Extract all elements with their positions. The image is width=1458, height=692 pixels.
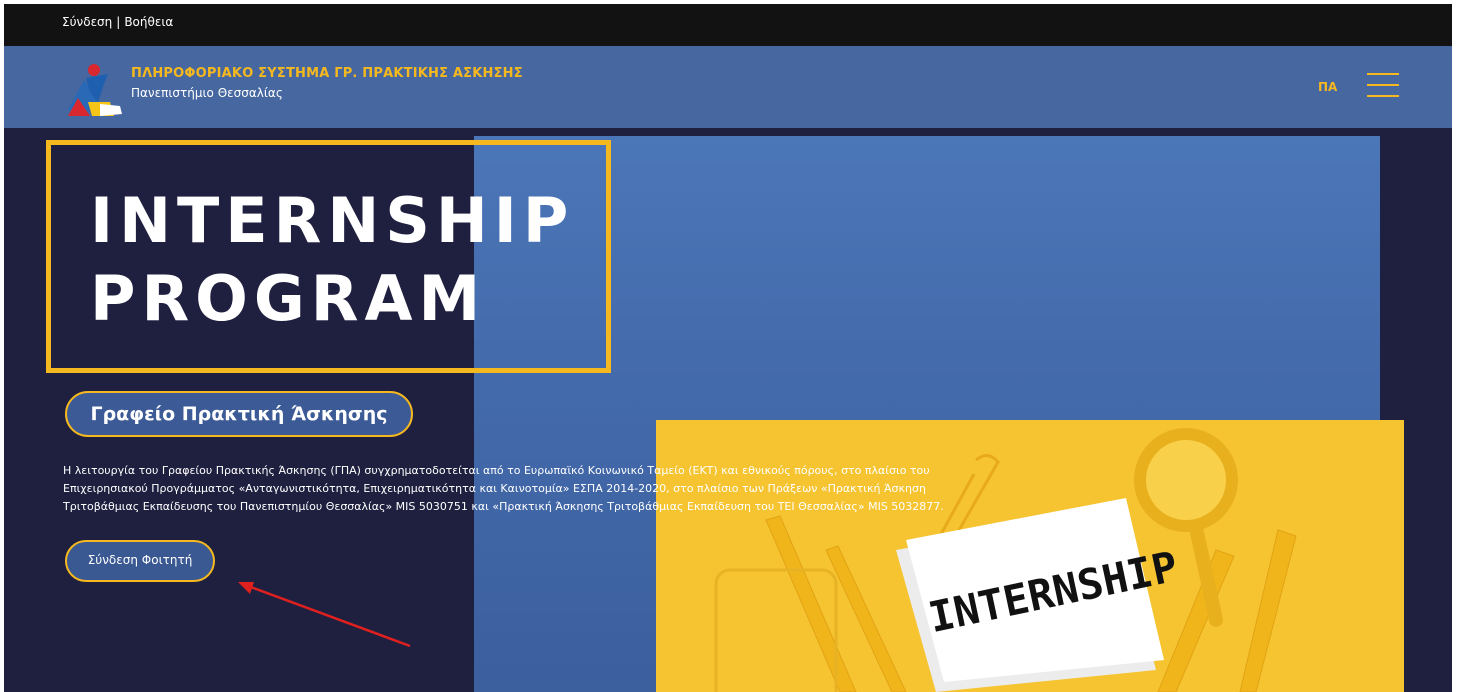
top-links: Σύνδεση | Βοήθεια xyxy=(62,15,173,29)
top-bar: Σύνδεση | Βοήθεια xyxy=(4,4,1452,46)
internship-photo: INTERNSHIP xyxy=(656,420,1404,692)
internship-photo-illustration: INTERNSHIP xyxy=(656,420,1404,692)
student-login-label: Σύνδεση Φοιτητή xyxy=(87,553,193,567)
login-link[interactable]: Σύνδεση xyxy=(62,15,112,29)
hero-title-line-1: INTERNSHIP xyxy=(90,184,575,257)
funding-description: Η λειτουργία του Γραφείου Πρακτικής Άσκη… xyxy=(63,464,944,513)
site-header: ΠΛΗΡΟΦΟΡΙΑΚΟ ΣΥΣΤΗΜΑ ΓΡ. ΠΡΑΚΤΙΚΗΣ ΑΣΚΗΣ… xyxy=(4,46,1452,128)
help-link[interactable]: Βοήθεια xyxy=(124,15,173,29)
hero-section: INTERNSHIP PROGRAM INTERNSHIP Γραφείο Πρ… xyxy=(4,128,1452,692)
university-name: Πανεπιστήμιο Θεσσαλίας xyxy=(131,86,283,100)
user-initials[interactable]: ΠΑ xyxy=(1318,80,1337,94)
menu-bar xyxy=(1367,95,1399,97)
hero-title: INTERNSHIP PROGRAM xyxy=(90,182,574,338)
hamburger-menu-icon[interactable] xyxy=(1367,71,1399,99)
system-title[interactable]: ΠΛΗΡΟΦΟΡΙΑΚΟ ΣΥΣΤΗΜΑ ΓΡ. ΠΡΑΚΤΙΚΗΣ ΑΣΚΗΣ… xyxy=(131,66,523,81)
menu-bar xyxy=(1367,73,1399,75)
browser-viewport: Σύνδεση | Βοήθεια ΠΛΗΡΟΦΟΡΙΑΚΟ ΣΥΣΤΗΜΑ ΓΡ.… xyxy=(4,4,1452,692)
hero-title-line-2: PROGRAM xyxy=(90,262,487,335)
menu-bar xyxy=(1367,84,1399,86)
office-badge-label: Γραφείο Πρακτική Άσκησης xyxy=(90,403,388,425)
office-badge: Γραφείο Πρακτική Άσκησης xyxy=(65,391,413,437)
link-separator: | xyxy=(116,15,121,29)
site-logo-icon[interactable] xyxy=(64,62,130,116)
student-login-button[interactable]: Σύνδεση Φοιτητή xyxy=(65,540,215,582)
